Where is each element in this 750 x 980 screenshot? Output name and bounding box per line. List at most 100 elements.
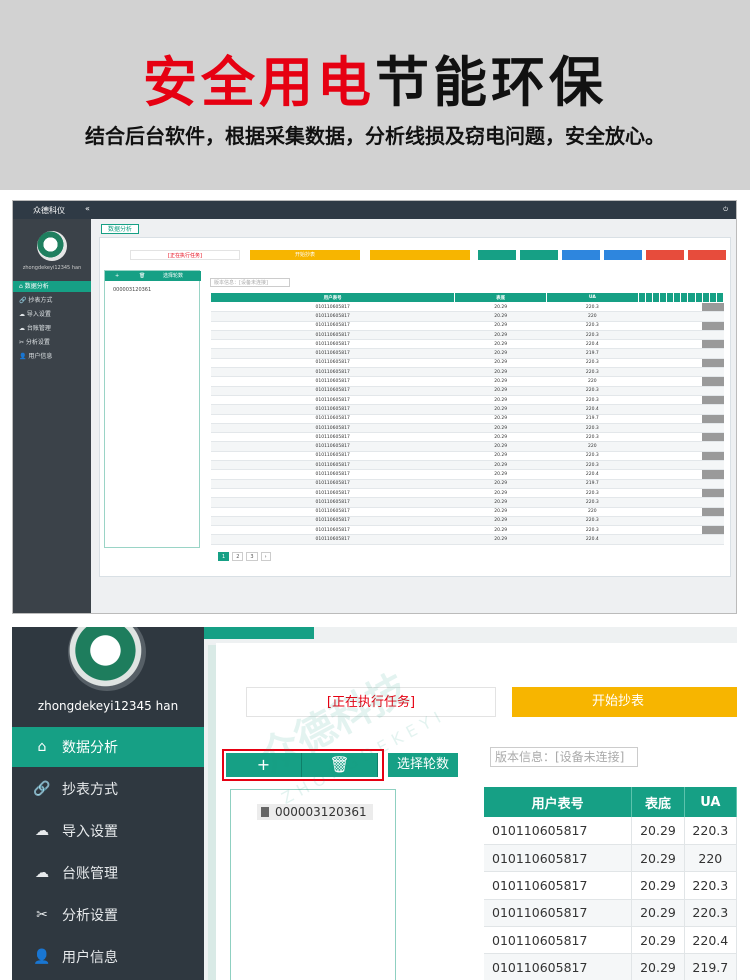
delete-button-small[interactable]: 🗑 xyxy=(139,271,145,281)
table-cell-small: 010110605817 xyxy=(210,507,455,517)
table-cell-small xyxy=(716,302,724,313)
tree-node-small[interactable]: 000003120361 xyxy=(113,287,151,293)
table-row-small[interactable]: 010110605817 20.29 220.3 xyxy=(210,488,724,499)
column-header-small[interactable]: 表底 xyxy=(454,292,547,303)
table-cell-small xyxy=(666,534,674,545)
user-menu[interactable]: ⏻ xyxy=(723,206,728,214)
sidebar-item[interactable]: ☁ 导入设置 xyxy=(12,811,204,851)
column-header-small[interactable] xyxy=(666,292,675,303)
table-cell-small xyxy=(709,376,717,387)
column-header-small[interactable]: UA xyxy=(545,292,639,303)
table-row-small[interactable]: 010110605817 20.29 220 xyxy=(210,507,724,517)
page-3[interactable]: 3 xyxy=(246,552,258,561)
sidebar-item-small[interactable]: ✂ 分析设置 xyxy=(13,337,91,348)
table-row[interactable]: 010110605817 20.29 220 xyxy=(484,844,737,873)
table-cell-small xyxy=(666,358,674,369)
table-row-small[interactable]: 010110605817 20.29 219.7 xyxy=(210,479,724,489)
table-row-small[interactable]: 010110605817 20.29 220.3 xyxy=(210,497,724,508)
table-row-small[interactable]: 010110605817 20.29 220.3 xyxy=(210,386,724,396)
sidebar-item-small[interactable]: 👤 用户信息 xyxy=(13,351,91,362)
table-row[interactable]: 010110605817 20.29 220.4 xyxy=(484,926,737,955)
column-header[interactable]: UA xyxy=(684,787,737,817)
column-header-small[interactable] xyxy=(644,292,653,303)
table-cell-small xyxy=(716,534,724,545)
column-header-small[interactable] xyxy=(694,292,703,303)
table-row-small[interactable]: 010110605817 20.29 220.3 xyxy=(210,367,724,378)
table-cell-small: 220 xyxy=(546,507,639,517)
collapse-icon[interactable]: « xyxy=(85,204,90,213)
table-row-small[interactable]: 010110605817 20.29 220.4 xyxy=(210,339,724,350)
column-header-small[interactable] xyxy=(715,292,725,303)
table-row-small[interactable]: 010110605817 20.29 220.3 xyxy=(210,423,724,434)
add-button-small[interactable]: + xyxy=(115,271,119,281)
table-row-small[interactable]: 010110605817 20.29 220.3 xyxy=(210,395,724,406)
table-row-small[interactable]: 010110605817 20.29 220 xyxy=(210,441,724,452)
table-row-small[interactable]: 010110605817 20.29 220.3 xyxy=(210,302,724,313)
select-rounds-button[interactable]: 选择轮数 xyxy=(388,753,458,777)
tab-data-analysis[interactable]: 数据分析 xyxy=(101,224,140,234)
table-cell-small xyxy=(638,497,646,508)
tree-node[interactable]: 000003120361 xyxy=(257,804,373,820)
table-row-small[interactable]: 010110605817 20.29 220.3 xyxy=(210,460,724,471)
column-header[interactable]: 用户表号 xyxy=(484,787,633,817)
toolbar-button-7[interactable] xyxy=(688,250,726,260)
table-row-small[interactable]: 010110605817 20.29 220 xyxy=(210,311,724,322)
table-row-small[interactable]: 010110605817 20.29 220.3 xyxy=(210,516,724,527)
table-cell-small xyxy=(666,432,674,443)
page-next[interactable]: › xyxy=(260,552,271,561)
sidebar-item-small[interactable]: 🔗 抄表方式 xyxy=(13,295,91,306)
page-1[interactable]: 1 xyxy=(218,552,230,561)
table-row-small[interactable]: 010110605817 20.29 220.4 xyxy=(210,534,724,545)
column-header-small[interactable] xyxy=(687,292,696,303)
table-row[interactable]: 010110605817 20.29 220.3 xyxy=(484,871,737,900)
table-row-small[interactable]: 010110605817 20.29 219.7 xyxy=(210,414,724,424)
column-header-small[interactable]: 用户表号 xyxy=(209,292,456,303)
toolbar-button-4[interactable] xyxy=(562,250,600,260)
table-row-small[interactable]: 010110605817 20.29 220.3 xyxy=(210,330,724,341)
table-cell: 010110605817 xyxy=(484,899,633,928)
select-rounds-small[interactable]: 选择轮数 xyxy=(163,271,183,281)
start-reading-button[interactable]: 开始抄表 xyxy=(512,687,737,717)
sidebar-item[interactable]: 🔗 抄表方式 xyxy=(12,769,204,809)
start-reading-button[interactable]: 开始抄表 xyxy=(250,250,360,260)
table-row[interactable]: 010110605817 20.29 219.7 xyxy=(484,953,737,980)
table-cell-small: 20.29 xyxy=(454,330,547,341)
sidebar-item-small[interactable]: ☁ 导入设置 xyxy=(13,309,91,320)
table-row-small[interactable]: 010110605817 20.29 220.4 xyxy=(210,469,724,480)
page-2[interactable]: 2 xyxy=(232,552,244,561)
column-header-small[interactable] xyxy=(651,292,660,303)
sidebar-item[interactable]: ⌂ 数据分析 xyxy=(12,727,204,767)
table-cell-small xyxy=(652,311,660,322)
sidebar-item[interactable]: ☁ 台账管理 xyxy=(12,853,204,893)
table-row-small[interactable]: 010110605817 20.29 220 xyxy=(210,376,724,387)
table-row-small[interactable]: 010110605817 20.29 220.3 xyxy=(210,321,724,331)
table-cell-small xyxy=(673,451,681,462)
column-header-small[interactable] xyxy=(708,292,717,303)
toolbar-button-1[interactable] xyxy=(370,250,470,260)
sidebar-item[interactable]: ✂ 分析设置 xyxy=(12,895,204,935)
column-header-small[interactable] xyxy=(637,292,646,303)
toolbar-button-6[interactable] xyxy=(646,250,684,260)
table-row-small[interactable]: 010110605817 20.29 220.3 xyxy=(210,525,724,536)
table-cell-small: 20.29 xyxy=(454,404,547,415)
toolbar-button-5[interactable] xyxy=(604,250,642,260)
column-header-small[interactable] xyxy=(701,292,710,303)
sidebar-item-small[interactable]: ☁ 台账管理 xyxy=(13,323,91,334)
toolbar-button-2[interactable] xyxy=(478,250,516,260)
sidebar-item[interactable]: 👤 用户信息 xyxy=(12,937,204,977)
table-cell-small xyxy=(666,479,674,489)
column-header-small[interactable] xyxy=(680,292,689,303)
table-row-small[interactable]: 010110605817 20.29 220.3 xyxy=(210,432,724,443)
column-header-small[interactable] xyxy=(658,292,668,303)
table-row[interactable]: 010110605817 20.29 220.3 xyxy=(484,899,737,928)
table-row[interactable]: 010110605817 20.29 220.3 xyxy=(484,817,737,845)
column-header-small[interactable] xyxy=(673,292,682,303)
table-row-small[interactable]: 010110605817 20.29 220.4 xyxy=(210,404,724,415)
sidebar-item-small[interactable]: ⌂ 数据分析 xyxy=(13,281,91,292)
table-row-small[interactable]: 010110605817 20.29 220.3 xyxy=(210,358,724,369)
table-row-small[interactable]: 010110605817 20.29 220.3 xyxy=(210,451,724,462)
status-info-area xyxy=(99,579,731,607)
toolbar-button-3[interactable] xyxy=(520,250,558,260)
column-header[interactable]: 表底 xyxy=(631,787,685,817)
table-row-small[interactable]: 010110605817 20.29 219.7 xyxy=(210,348,724,359)
